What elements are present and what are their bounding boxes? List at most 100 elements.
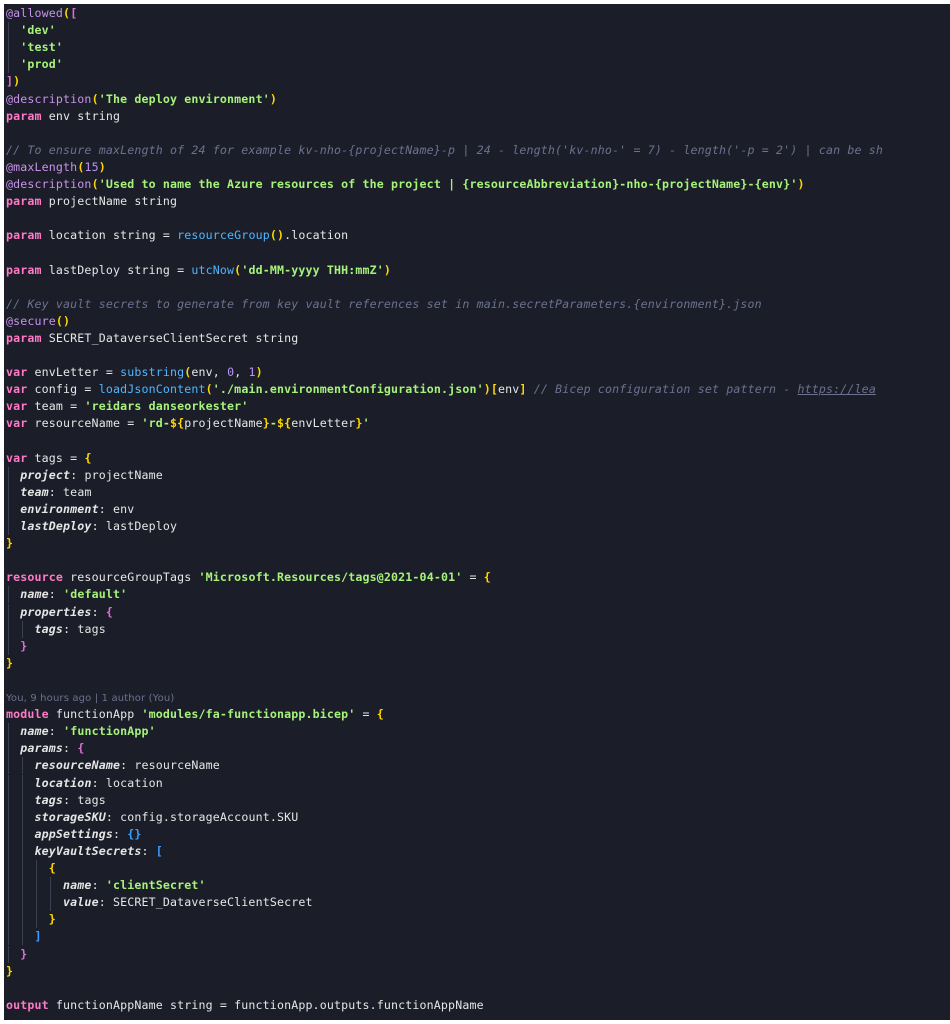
- code-token: 'prod': [20, 57, 64, 72]
- code-token: param: [6, 228, 42, 243]
- indent-guide: [8, 757, 9, 775]
- indent-guide: [36, 860, 38, 877]
- code-line: module functionApp 'modules/fa-functiona…: [6, 706, 384, 723]
- indent-guide: [22, 825, 24, 843]
- code-token: (: [91, 91, 99, 106]
- code-token: envLetter =: [27, 365, 121, 380]
- code-token: resourceName: [34, 758, 121, 773]
- indent-guide: [8, 842, 9, 860]
- code-line: output functionAppName string = function…: [6, 997, 484, 1014]
- code-token: }: [6, 963, 14, 978]
- code-token: ): [797, 177, 805, 191]
- code-line: resourceName: resourceName: [6, 757, 220, 775]
- code-token: ${: [277, 416, 292, 431]
- code-token: @allowed: [6, 6, 64, 20]
- code-token: environment: [20, 501, 99, 516]
- code-token: projectName: [184, 416, 263, 431]
- code-token: location string =: [41, 228, 178, 243]
- code-token: output: [6, 997, 49, 1012]
- code-token: : tags: [63, 621, 106, 636]
- code-line: lastDeploy: lastDeploy: [6, 518, 177, 535]
- indent-guide: [50, 894, 52, 912]
- code-token: ]: [519, 382, 527, 397]
- indent-guide: [22, 928, 24, 946]
- code-token: @secure: [6, 313, 56, 328]
- code-line: You, 9 hours ago | 1 author (You): [6, 689, 174, 706]
- code-token: functionAppName string = functionApp.out…: [48, 997, 484, 1012]
- code-token: lastDeploy: [20, 519, 92, 533]
- indent-guide: [8, 500, 9, 518]
- code-token: {}: [127, 826, 142, 841]
- code-token: {: [483, 570, 491, 585]
- code-token: tags: [34, 792, 64, 807]
- code-token: value: [63, 895, 99, 910]
- code-token: resourceName =: [27, 416, 142, 431]
- code-line: ]): [6, 73, 20, 90]
- code-token: team: [20, 484, 49, 499]
- comment-link[interactable]: https://lea: [798, 382, 876, 396]
- code-line: tags: tags: [6, 791, 106, 809]
- code-line: @description('Used to name the Azure res…: [6, 176, 805, 193]
- code-token: // Key vault secrets to generate from ke…: [6, 296, 762, 311]
- indent-guide: [8, 620, 9, 638]
- code-token: param: [6, 330, 42, 345]
- code-token: : env: [98, 501, 135, 516]
- code-line: ]: [6, 928, 42, 946]
- code-token: }: [6, 655, 14, 670]
- code-editor[interactable]: @allowed([ 'dev' 'test' 'prod']) @descrip…: [4, 4, 950, 1020]
- code-token: config =: [27, 382, 99, 397]
- code-token: env,: [191, 365, 228, 380]
- code-line: storageSKU: config.storageAccount.SKU: [6, 808, 299, 826]
- code-line: var resourceName = 'rd-${projectName}-${…: [6, 415, 370, 432]
- indent-guide: [8, 723, 9, 741]
- code-token: }: [355, 416, 363, 431]
- code-token: @maxLength: [6, 159, 78, 174]
- code-line: var config = loadJsonContent('./main.env…: [6, 381, 876, 398]
- git-blame-annotation[interactable]: You, 9 hours ago | 1 author (You): [6, 693, 174, 704]
- code-token: :: [63, 741, 78, 756]
- code-token: : tags: [63, 792, 106, 807]
- indent-guide: [22, 808, 24, 826]
- code-token: var: [6, 399, 28, 414]
- code-token: 'clientSecret': [105, 878, 206, 893]
- code-line: }: [6, 535, 13, 552]
- code-line: params: {: [6, 740, 84, 758]
- code-token: :: [91, 878, 106, 893]
- code-token: -: [269, 416, 277, 431]
- code-line: var envLetter = substring(env, 0, 1): [6, 364, 263, 381]
- code-token: {: [376, 707, 384, 722]
- indent-guide: [8, 808, 9, 826]
- code-token: : projectName: [70, 467, 163, 482]
- indent-guide: [8, 22, 9, 40]
- code-line: {: [6, 860, 56, 877]
- code-line: }: [6, 655, 13, 672]
- code-token: }: [48, 912, 56, 927]
- code-token: lastDeploy string =: [41, 262, 192, 277]
- code-token: appSettings: [34, 826, 113, 841]
- code-token: 1: [248, 365, 256, 380]
- code-token: properties: [20, 604, 92, 619]
- code-token: @description: [6, 91, 92, 106]
- code-line: param lastDeploy string = utcNow('dd-MM-…: [6, 262, 391, 279]
- indent-guide: [8, 945, 9, 963]
- code-token: {: [84, 450, 92, 465]
- code-token: @description: [6, 177, 92, 191]
- indent-guide: [22, 620, 24, 638]
- code-token: var: [6, 365, 28, 380]
- code-line: project: projectName: [6, 466, 163, 484]
- code-line: name: 'default': [6, 586, 127, 604]
- indent-guide: [8, 637, 9, 655]
- code-line: properties: {: [6, 603, 113, 621]
- code-token: 'test': [20, 40, 64, 55]
- code-line: var team = 'reidars danseorkester': [6, 398, 248, 415]
- code-token: 'functionApp': [63, 724, 156, 739]
- code-token: project: [20, 467, 71, 482]
- code-line: tags: tags: [6, 620, 106, 638]
- code-token: : config.storageAccount.SKU: [105, 809, 299, 824]
- code-token: ): [13, 74, 21, 89]
- code-token: name: [20, 587, 49, 602]
